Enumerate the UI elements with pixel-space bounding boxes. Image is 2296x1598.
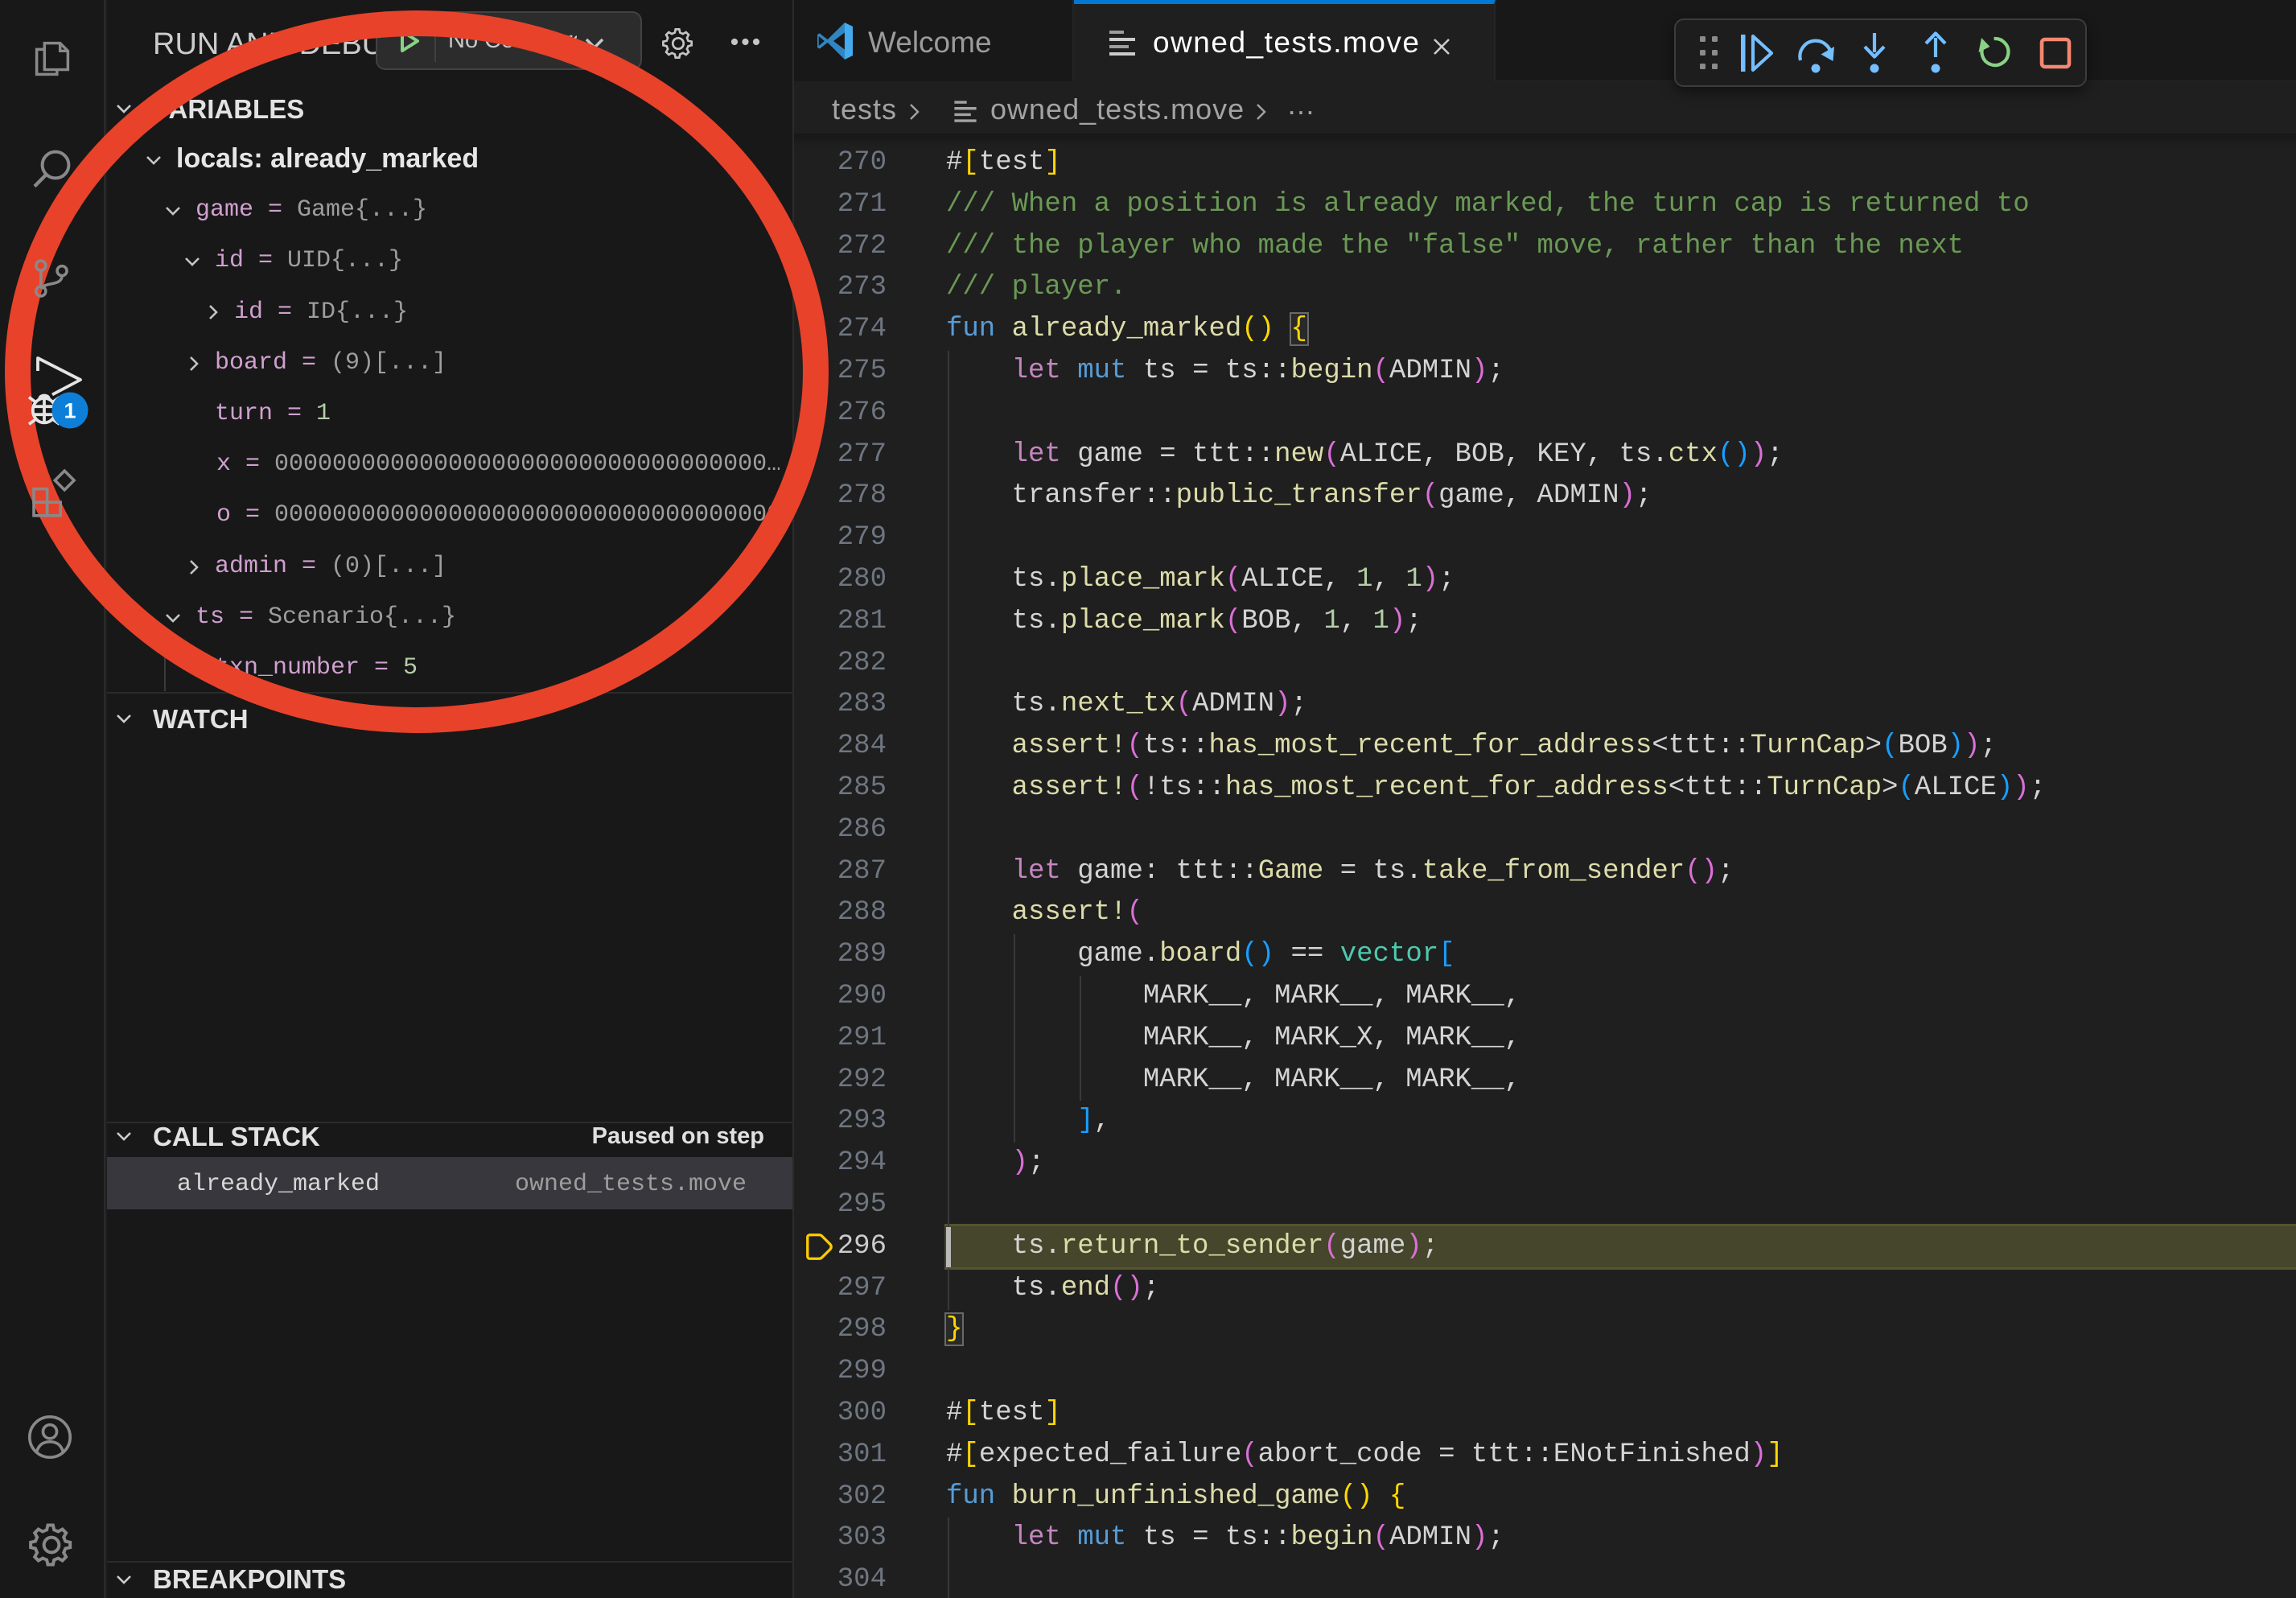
svg-text:1: 1 xyxy=(64,399,76,423)
